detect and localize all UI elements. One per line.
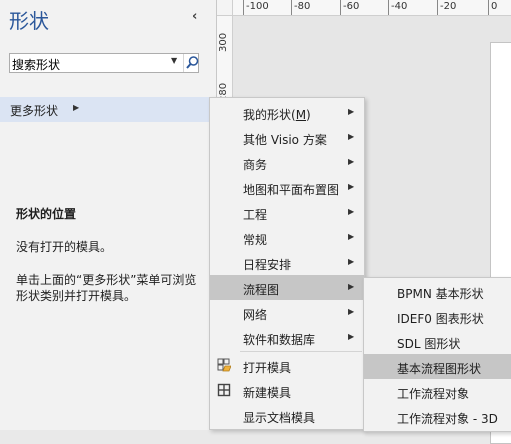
menu-separator bbox=[240, 351, 362, 352]
flowchart-submenu: BPMN 基本形状 IDEF0 图表形状 SDL 图形状 基本流程图形状 工作流… bbox=[363, 277, 511, 432]
ruler-tick-label: -40 bbox=[391, 1, 408, 12]
ruler-tick-label: 300 bbox=[218, 32, 229, 52]
caret-right-icon: ▶ bbox=[348, 307, 355, 316]
ruler-tick-label: -100 bbox=[246, 1, 269, 12]
shapes-pane: 形状 ‹ 搜索形状 ▼ 更多形状 ▶ 形状的位置 没有打开的模具。 单击上面的“… bbox=[0, 0, 216, 430]
caret-right-icon: ▶ bbox=[348, 157, 355, 166]
submenu-item-label: BPMN 基本形状 bbox=[397, 287, 484, 301]
menu-item-open-stencil[interactable]: 打开模具 bbox=[210, 353, 364, 378]
open-folder-icon bbox=[217, 358, 232, 372]
caret-down-icon[interactable]: ▼ bbox=[171, 56, 177, 65]
search-box[interactable]: 搜索形状 ▼ bbox=[9, 53, 199, 73]
ruler-corner bbox=[217, 0, 233, 16]
caret-right-icon: ▶ bbox=[348, 232, 355, 241]
caret-right-icon: ▶ bbox=[348, 332, 355, 341]
submenu-item-workflow-3d[interactable]: 工作流程对象 - 3D bbox=[364, 404, 511, 429]
ruler-tick-label: -20 bbox=[440, 1, 457, 12]
menu-item-label: 地图和平面布置图 bbox=[243, 183, 340, 197]
caret-right-icon: ▶ bbox=[348, 282, 355, 291]
ruler-tick-label: -80 bbox=[294, 1, 311, 12]
menu-item-label: 工程 bbox=[243, 208, 268, 222]
caret-right-icon: ▶ bbox=[348, 132, 355, 141]
search-icon[interactable] bbox=[183, 54, 200, 72]
hint-text: 单击上面的“更多形状”菜单可浏览形状类别并打开模具。 bbox=[16, 273, 197, 303]
menu-item-label: 商务 bbox=[243, 158, 268, 172]
ruler-tick bbox=[437, 0, 438, 15]
submenu-item-idef0[interactable]: IDEF0 图表形状 bbox=[364, 304, 511, 329]
stencil-location-title: 形状的位置 bbox=[16, 207, 77, 221]
more-shapes-menu: 我的形状(M) ▶ 其他 Visio 方案 ▶ 商务 ▶ 地图和平面布置图 ▶ … bbox=[209, 97, 365, 430]
submenu-item-basic-flowchart[interactable]: 基本流程图形状 bbox=[364, 354, 511, 379]
menu-item-label: 显示文档模具 bbox=[243, 411, 316, 425]
caret-right-icon: ▶ bbox=[348, 207, 355, 216]
menu-item-new-stencil[interactable]: 新建模具 bbox=[210, 378, 364, 403]
submenu-item-label: 工作流程对象 bbox=[397, 387, 470, 401]
menu-item-general[interactable]: 常规 ▶ bbox=[210, 225, 364, 250]
submenu-item-sdl[interactable]: SDL 图形状 bbox=[364, 329, 511, 354]
menu-item-label: 网络 bbox=[243, 308, 268, 322]
ruler-tick bbox=[488, 0, 489, 15]
submenu-item-workflow[interactable]: 工作流程对象 bbox=[364, 379, 511, 404]
ruler-tick bbox=[388, 0, 389, 15]
menu-item-software-db[interactable]: 软件和数据库 ▶ bbox=[210, 325, 364, 350]
submenu-item-bpmn[interactable]: BPMN 基本形状 bbox=[364, 279, 511, 304]
menu-item-maps[interactable]: 地图和平面布置图 ▶ bbox=[210, 175, 364, 200]
caret-right-icon: ▶ bbox=[348, 182, 355, 191]
horizontal-ruler: -100 -80 -60 -40 -20 0 bbox=[233, 0, 511, 16]
submenu-item-label: 基本流程图形状 bbox=[397, 362, 482, 376]
menu-item-show-doc-stencil[interactable]: 显示文档模具 bbox=[210, 403, 364, 428]
menu-item-flowchart[interactable]: 流程图 ▶ bbox=[210, 275, 364, 300]
menu-item-schedule[interactable]: 日程安排 ▶ bbox=[210, 250, 364, 275]
more-shapes-button[interactable]: 更多形状 ▶ bbox=[0, 97, 216, 122]
submenu-item-label: 工作流程对象 - 3D bbox=[397, 412, 498, 426]
menu-item-label: 软件和数据库 bbox=[243, 333, 316, 347]
ruler-tick-label: 0 bbox=[491, 1, 498, 12]
submenu-item-label: IDEF0 图表形状 bbox=[397, 312, 484, 326]
ruler-tick-label: -60 bbox=[343, 1, 360, 12]
search-input[interactable]: 搜索形状 bbox=[12, 56, 60, 73]
caret-right-icon: ▶ bbox=[348, 257, 355, 266]
chevron-left-icon[interactable]: ‹ bbox=[192, 9, 197, 24]
menu-item-engineering[interactable]: 工程 ▶ bbox=[210, 200, 364, 225]
ruler-tick bbox=[243, 0, 244, 15]
menu-item-label: 日程安排 bbox=[243, 258, 292, 272]
caret-right-icon: ▶ bbox=[348, 107, 355, 116]
menu-item-other-visio[interactable]: 其他 Visio 方案 ▶ bbox=[210, 125, 364, 150]
submenu-item-label: SDL 图形状 bbox=[397, 337, 461, 351]
new-stencil-icon bbox=[217, 383, 231, 397]
more-shapes-label: 更多形状 bbox=[10, 104, 59, 118]
menu-item-label: 常规 bbox=[243, 233, 268, 247]
no-stencil-text: 没有打开的模具。 bbox=[16, 240, 113, 254]
caret-right-icon: ▶ bbox=[73, 103, 80, 112]
menu-item-label: 流程图 bbox=[243, 283, 280, 297]
menu-item-label: 新建模具 bbox=[243, 386, 292, 400]
ruler-tick bbox=[291, 0, 292, 15]
pane-title: 形状 bbox=[9, 9, 49, 33]
menu-item-label: 其他 Visio 方案 bbox=[243, 133, 327, 147]
ruler-tick bbox=[340, 0, 341, 15]
menu-item-business[interactable]: 商务 ▶ bbox=[210, 150, 364, 175]
menu-item-my-shapes[interactable]: 我的形状(M) ▶ bbox=[210, 100, 364, 125]
menu-item-network[interactable]: 网络 ▶ bbox=[210, 300, 364, 325]
menu-item-label: 我的形状(M) bbox=[243, 108, 311, 122]
menu-item-label: 打开模具 bbox=[243, 361, 292, 375]
